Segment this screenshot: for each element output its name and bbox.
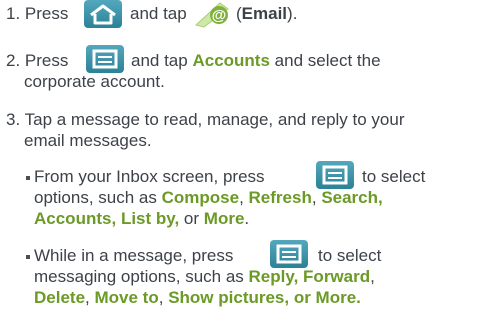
comma: , (158, 288, 164, 307)
step-text: Press (24, 51, 69, 70)
step1-text-a: 1. Press (6, 4, 68, 24)
email-label: Email (241, 4, 288, 23)
refresh-label: Refresh (248, 188, 312, 207)
menu-key-icon (316, 161, 354, 189)
step3-line1: 3. Tap a message to read, manage, and re… (6, 110, 405, 130)
step1-text-b: and tap (130, 4, 187, 24)
step-text: and tap (131, 51, 188, 70)
menu-key-icon (86, 45, 124, 73)
accounts-label: Accounts (192, 51, 270, 70)
comma: , (293, 267, 299, 286)
bullet-text: options, such as (34, 188, 157, 207)
comma: , (239, 188, 244, 207)
forward-label: Forward (303, 267, 371, 286)
bullet-text: or (183, 209, 200, 228)
comma: , (378, 188, 383, 207)
comma: , (311, 188, 317, 207)
paren: ). (287, 4, 298, 23)
moveto-label: Move to (94, 288, 159, 307)
svg-text:@: @ (212, 7, 227, 24)
delete-label: Delete (34, 288, 86, 307)
more-label: More (203, 209, 245, 228)
step2-text-b: and tap Accounts and select the (131, 51, 381, 71)
bullet1-line1a: From your Inbox screen, press (34, 167, 265, 186)
step3-line2: email messages. (24, 131, 152, 150)
bullet2-line1b: to select (318, 246, 382, 265)
step1-text-c: (Email). (236, 4, 297, 24)
menu-key-icon (270, 240, 308, 268)
bullet-marker (26, 255, 30, 259)
step2-text-a: 2. Press (6, 51, 68, 71)
compose-label: Compose (161, 188, 240, 207)
search-label: Search (321, 188, 379, 207)
step-number: 2. (6, 51, 21, 70)
period: . (244, 209, 250, 228)
step-number: 1. (6, 4, 21, 23)
bullet2-line1a: While in a message, press (34, 246, 234, 265)
bullet2-line3: Delete, Move to, Show pictures, or More. (34, 288, 361, 308)
home-key-icon (84, 0, 122, 28)
comma: , (370, 267, 375, 286)
step-text: and select the (274, 51, 381, 70)
step-text: and tap (130, 4, 187, 23)
bullet2-line2: messaging options, such as Reply, Forwar… (34, 267, 375, 287)
step-number: 3. (6, 110, 21, 129)
step-text: Tap a message to read, manage, and reply… (24, 110, 405, 129)
bullet-text: messaging options, such as (34, 267, 244, 286)
step2-line2: corporate account. (24, 72, 165, 91)
reply-label: Reply (248, 267, 294, 286)
email-app-icon: @ (192, 0, 232, 29)
step-text: Press (24, 4, 69, 23)
comma: , (111, 209, 117, 228)
bullet1-line3: Accounts, List by, or More. (34, 209, 249, 229)
bullet-marker (26, 176, 30, 180)
comma: , (85, 288, 90, 307)
bullet1-line1b: to select (362, 167, 426, 186)
showpics-label: Show pictures, or More. (168, 288, 361, 307)
accounts-label: Accounts (34, 209, 112, 228)
bullet1-line2: options, such as Compose, Refresh, Searc… (34, 188, 383, 208)
listby-label: List by, (120, 209, 180, 228)
